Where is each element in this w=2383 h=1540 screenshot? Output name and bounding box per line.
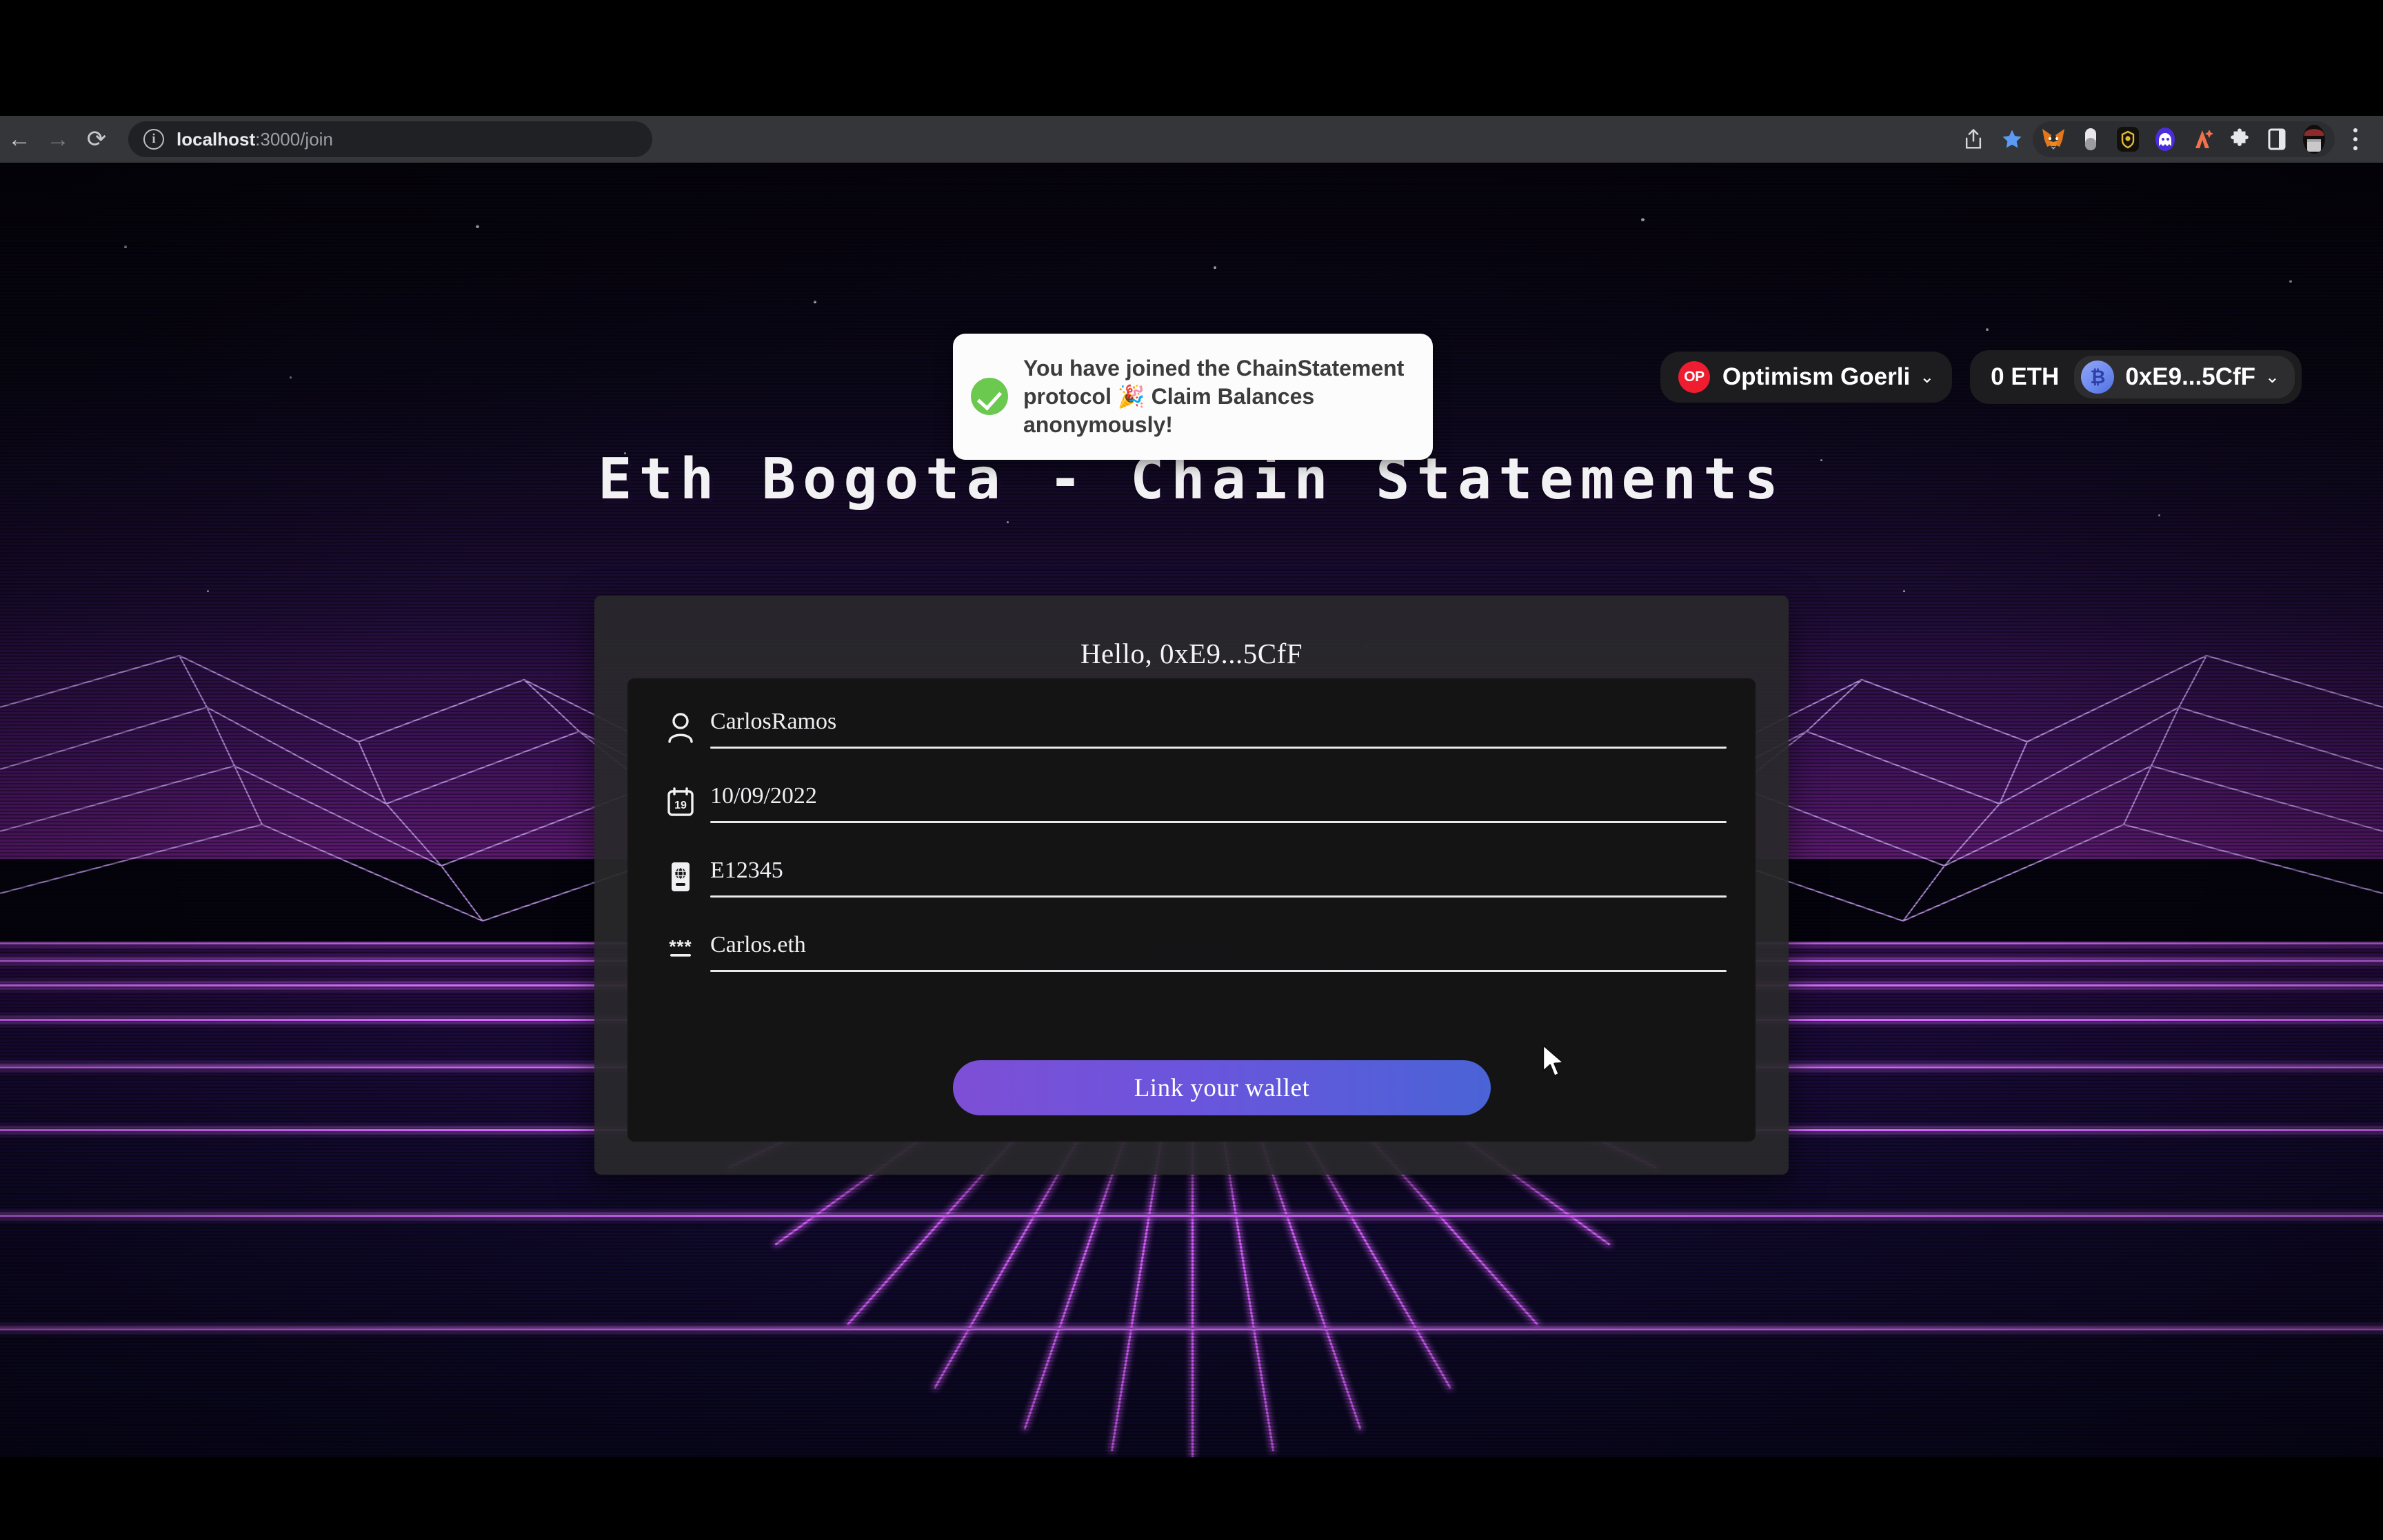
browser-toolbar: ← → ⟳ i localhost:3000/join [0,116,2383,163]
address-bar[interactable]: i localhost:3000/join [128,121,652,157]
page-viewport: OP Optimism Goerli ⌄ 0 ETH ₿ 0xE9...5CfF… [0,163,2383,1457]
field-ens[interactable]: *** Carlos.eth [656,932,1727,1006]
passport-icon [656,858,705,893]
ens-input[interactable]: Carlos.eth [710,932,1727,970]
svg-text:***: *** [669,936,692,957]
toast-notification[interactable]: You have joined the ChainStatement proto… [953,334,1433,460]
wallet-bar: OP Optimism Goerli ⌄ 0 ETH ₿ 0xE9...5CfF… [1660,350,2302,404]
date-input[interactable]: 10/09/2022 [710,783,1727,821]
extension-icons [2033,121,2335,157]
top-letterbox [0,0,2383,116]
forward-arrow-icon[interactable]: → [39,120,77,159]
back-arrow-icon[interactable]: ← [0,120,39,159]
toolbar-icons [1955,121,2383,157]
field-underline [710,821,1727,823]
account-chip[interactable]: ₿ 0xE9...5CfF ⌄ [2074,356,2295,398]
field-underline [710,895,1727,898]
puzzle-extensions-icon[interactable] [2222,121,2258,157]
url-host: localhost [177,128,256,150]
gold-badge-extension-icon[interactable] [2110,121,2146,157]
field-name[interactable]: CarlosRamos [656,709,1727,783]
chevron-down-icon[interactable]: ⌄ [2265,367,2280,387]
network-label: Optimism Goerli [1722,363,1911,390]
metamask-extension-icon[interactable] [2035,121,2071,157]
passport-input[interactable]: E12345 [710,858,1727,895]
orange-extension-icon[interactable] [2184,121,2220,157]
chevron-down-icon[interactable]: ⌄ [1920,367,1934,387]
side-panel-icon[interactable] [2259,121,2295,157]
share-icon[interactable] [1955,121,1991,157]
password-icon: *** [656,932,705,968]
field-date[interactable]: 19 10/09/2022 [656,783,1727,858]
bookmark-star-icon[interactable] [1994,121,2030,157]
name-input[interactable]: CarlosRamos [710,709,1727,747]
optimism-badge-icon: OP [1678,361,1710,393]
form-panel: CarlosRamos 19 10/09/2022 E12345 *** Car… [627,678,1756,1142]
url-path: :3000/join [255,128,333,150]
site-info-icon[interactable]: i [143,129,164,150]
bottom-letterbox [0,1457,2383,1540]
field-underline [710,747,1727,749]
field-underline [710,970,1727,972]
mouse-pointer-icon [1542,1044,1565,1077]
url-text: localhost:3000/join [177,129,333,150]
eth-balance: 0 ETH [1991,363,2060,390]
join-card: Hello, 0xE9...5CfF CarlosRamos 19 10/09/… [594,596,1789,1175]
person-icon [656,709,705,744]
calendar-day: 19 [674,800,687,811]
reload-icon[interactable]: ⟳ [77,120,116,159]
pill-extension-icon[interactable] [2073,121,2109,157]
calendar-icon: 19 [656,783,705,819]
chrome-menu-icon[interactable] [2337,121,2373,157]
network-selector-button[interactable]: OP Optimism Goerli ⌄ [1660,352,1953,403]
ghost-extension-icon[interactable] [2147,121,2183,157]
account-button[interactable]: 0 ETH ₿ 0xE9...5CfF ⌄ [1970,350,2302,404]
link-wallet-button[interactable]: Link your wallet [953,1060,1491,1115]
account-address: 0xE9...5CfF [2125,363,2256,390]
profile-avatar-icon[interactable] [2296,121,2332,157]
field-passport[interactable]: E12345 [656,858,1727,932]
card-heading: Hello, 0xE9...5CfF [1080,638,1303,669]
success-check-icon [971,378,1008,416]
wallet-avatar-icon: ₿ [2081,361,2115,394]
toast-message: You have joined the ChainStatement proto… [1023,356,1405,437]
